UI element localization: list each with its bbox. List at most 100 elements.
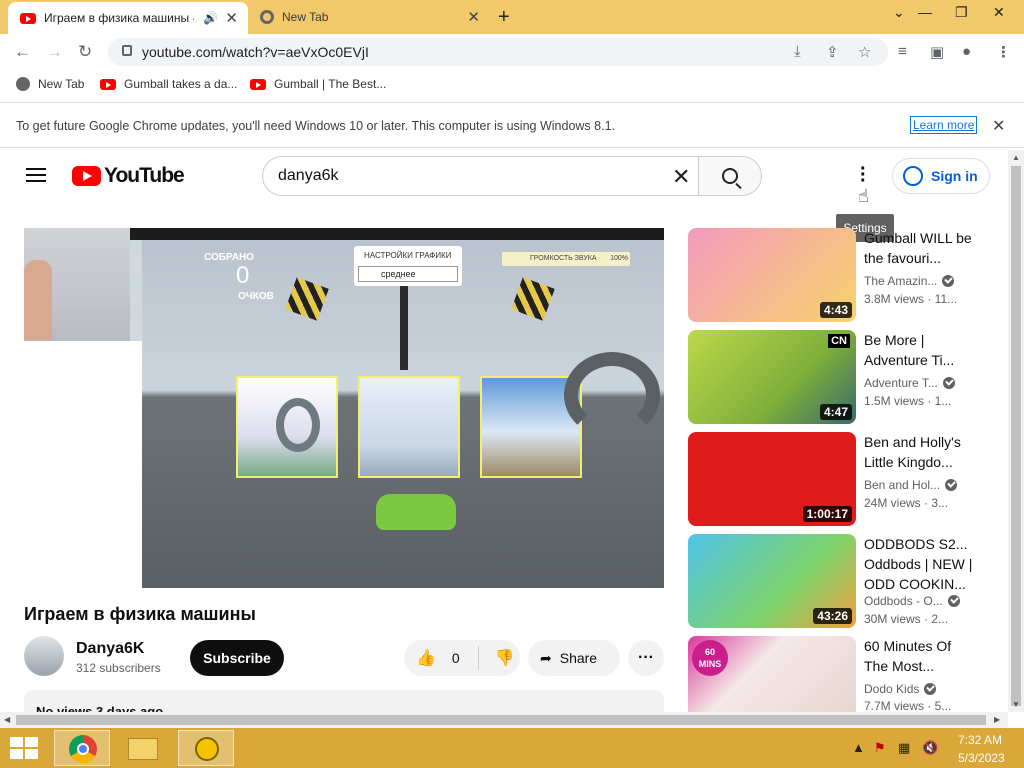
clear-search-icon[interactable]: ✕: [672, 164, 690, 190]
share-page-icon[interactable]: ⇪: [826, 43, 839, 61]
related-title[interactable]: 60 Minutes Of The Most...: [864, 636, 974, 676]
related-meta: 7.7M views · 5...: [864, 699, 952, 713]
related-title[interactable]: Ben and Holly's Little Kingdo...: [864, 432, 974, 472]
sign-in-label: Sign in: [931, 168, 978, 184]
scroll-right-icon[interactable]: ▶: [994, 715, 1000, 724]
related-thumbnail[interactable]: 1:00:17: [688, 432, 856, 526]
chrome-menu-icon[interactable]: ⋮: [996, 43, 1011, 61]
chrome-favicon-icon: [260, 10, 274, 24]
taskbar-app[interactable]: [178, 730, 234, 766]
related-thumbnail[interactable]: 43:26: [688, 534, 856, 628]
video-duration: 4:47: [819, 404, 852, 420]
related-title[interactable]: Gumball WILL be the favouri...: [864, 228, 974, 268]
action-center-flag-icon[interactable]: ⚑: [874, 740, 886, 756]
related-thumbnail[interactable]: 4:43: [688, 228, 856, 322]
related-title[interactable]: Be More | Adventure Ti...: [864, 330, 974, 370]
scroll-left-icon[interactable]: ◀: [4, 715, 10, 724]
like-count[interactable]: 0: [452, 650, 460, 666]
youtube-logo-icon[interactable]: [72, 166, 101, 186]
close-tab-icon[interactable]: ✕: [467, 8, 480, 26]
related-channel[interactable]: Oddbods - O...: [864, 594, 960, 608]
related-channel-name: Oddbods - O...: [864, 594, 943, 608]
globe-icon: [16, 77, 30, 91]
youtube-favicon-icon: [20, 12, 36, 24]
subscribe-button[interactable]: Subscribe: [190, 640, 284, 676]
settings-more-icon[interactable]: · · ·: [860, 159, 867, 191]
volume-muted-icon[interactable]: 🔇: [922, 740, 938, 756]
infobar-close-icon[interactable]: ✕: [992, 116, 1005, 136]
learn-more-link[interactable]: Learn more: [910, 116, 978, 134]
media-control-icon[interactable]: ≡: [898, 43, 907, 60]
volume-value: 100%: [610, 255, 628, 262]
windows-start-icon[interactable]: [10, 737, 38, 759]
bookmark-gumball-1[interactable]: Gumball takes a da...: [100, 77, 237, 91]
clock-time[interactable]: 7:32 AM: [958, 733, 1002, 747]
related-thumbnail[interactable]: 60 MINS: [688, 636, 856, 712]
app-icon: [195, 737, 219, 761]
taskbar-chrome[interactable]: [54, 730, 110, 766]
bookmark-gumball-2[interactable]: Gumball | The Best...: [250, 77, 386, 91]
share-button[interactable]: ➦ Share: [528, 640, 620, 676]
search-query[interactable]: danya6k: [278, 167, 339, 185]
thumbs-up-icon[interactable]: 👍: [416, 648, 436, 668]
more-actions-button[interactable]: ···: [628, 640, 664, 676]
like-dislike-group: 👍 0 👎: [404, 640, 520, 676]
related-meta: 30M views · 2...: [864, 612, 949, 626]
related-channel[interactable]: Ben and Hol...: [864, 478, 958, 492]
graphics-settings-label: НАСТРОЙКИ ГРАФИКИ: [364, 251, 452, 260]
channel-avatar[interactable]: [24, 636, 64, 676]
taskbar-file-explorer[interactable]: [116, 730, 172, 766]
reload-icon[interactable]: ↻: [78, 42, 92, 62]
bookmark-label: Gumball takes a da...: [124, 77, 238, 91]
youtube-logo-text[interactable]: YouTube: [104, 164, 185, 188]
horizontal-scroll-thumb[interactable]: [16, 715, 986, 725]
related-meta: 24M views · 3...: [864, 496, 949, 510]
volume-control: ГРОМКОСТЬ ЗВУКА 100%: [502, 252, 630, 266]
related-thumbnail[interactable]: CN 4:47: [688, 330, 856, 424]
close-window-icon[interactable]: ✕: [993, 4, 1005, 21]
loop-ramp: [276, 398, 320, 452]
search-button[interactable]: [698, 156, 762, 196]
forward-arrow-icon[interactable]: →: [46, 42, 63, 62]
share-arrow-icon: ➦: [540, 649, 552, 666]
volume-label: ГРОМКОСТЬ ЗВУКА: [530, 255, 597, 262]
close-tab-icon[interactable]: ✕: [225, 9, 238, 27]
profile-icon[interactable]: ●: [962, 43, 971, 60]
verified-check-icon: [942, 275, 955, 287]
bookmark-star-icon[interactable]: ☆: [858, 43, 871, 61]
chrome-icon-center: [77, 743, 89, 755]
tray-up-arrow-icon[interactable]: ▲: [852, 740, 865, 755]
menu-hamburger-icon[interactable]: [26, 168, 46, 182]
related-channel[interactable]: Dodo Kids: [864, 682, 937, 696]
tab-youtube-video[interactable]: Играем в физика машины - 🔊 ✕: [8, 2, 248, 34]
bookmark-new-tab[interactable]: New Tab: [16, 77, 84, 91]
bookmark-label: New Tab: [38, 77, 85, 91]
tab-search-chevron-icon[interactable]: ⌄: [893, 4, 905, 21]
speaker-icon[interactable]: 🔊: [203, 11, 218, 25]
webcam-person: [24, 260, 52, 340]
channel-name[interactable]: Danya6K: [76, 640, 144, 658]
vertical-scroll-thumb[interactable]: [1011, 166, 1021, 706]
lock-icon[interactable]: [122, 45, 132, 56]
level-card-tower: [358, 376, 460, 478]
minimize-icon[interactable]: —: [918, 4, 932, 20]
thumbs-down-icon[interactable]: 👎: [495, 648, 515, 668]
install-icon[interactable]: ⤓: [794, 43, 801, 60]
back-arrow-icon[interactable]: ←: [14, 42, 31, 62]
url-text[interactable]: youtube.com/watch?v=aeVxOc0EVjI: [142, 44, 369, 60]
share-label: Share: [559, 650, 598, 666]
new-tab-plus-icon[interactable]: +: [498, 6, 510, 29]
subscriber-count: 312 subscribers: [76, 661, 161, 675]
tab-new-tab[interactable]: New Tab ✕: [250, 0, 490, 34]
youtube-favicon-icon: [100, 78, 116, 90]
side-panel-icon[interactable]: ▣: [930, 43, 944, 61]
scroll-down-icon[interactable]: ▼: [1012, 700, 1020, 709]
scroll-up-icon[interactable]: ▲: [1012, 153, 1020, 162]
related-title[interactable]: ODDBODS S2... Oddbods | NEW | ODD COOKIN…: [864, 534, 974, 594]
network-icon[interactable]: ▦: [898, 740, 910, 756]
sign-in-button[interactable]: Sign in: [892, 158, 990, 194]
related-channel[interactable]: Adventure T...: [864, 376, 955, 390]
clock-date[interactable]: 5/3/2023: [958, 751, 1005, 765]
related-channel[interactable]: The Amazin...: [864, 274, 955, 288]
restore-icon[interactable]: ❐: [955, 4, 968, 21]
